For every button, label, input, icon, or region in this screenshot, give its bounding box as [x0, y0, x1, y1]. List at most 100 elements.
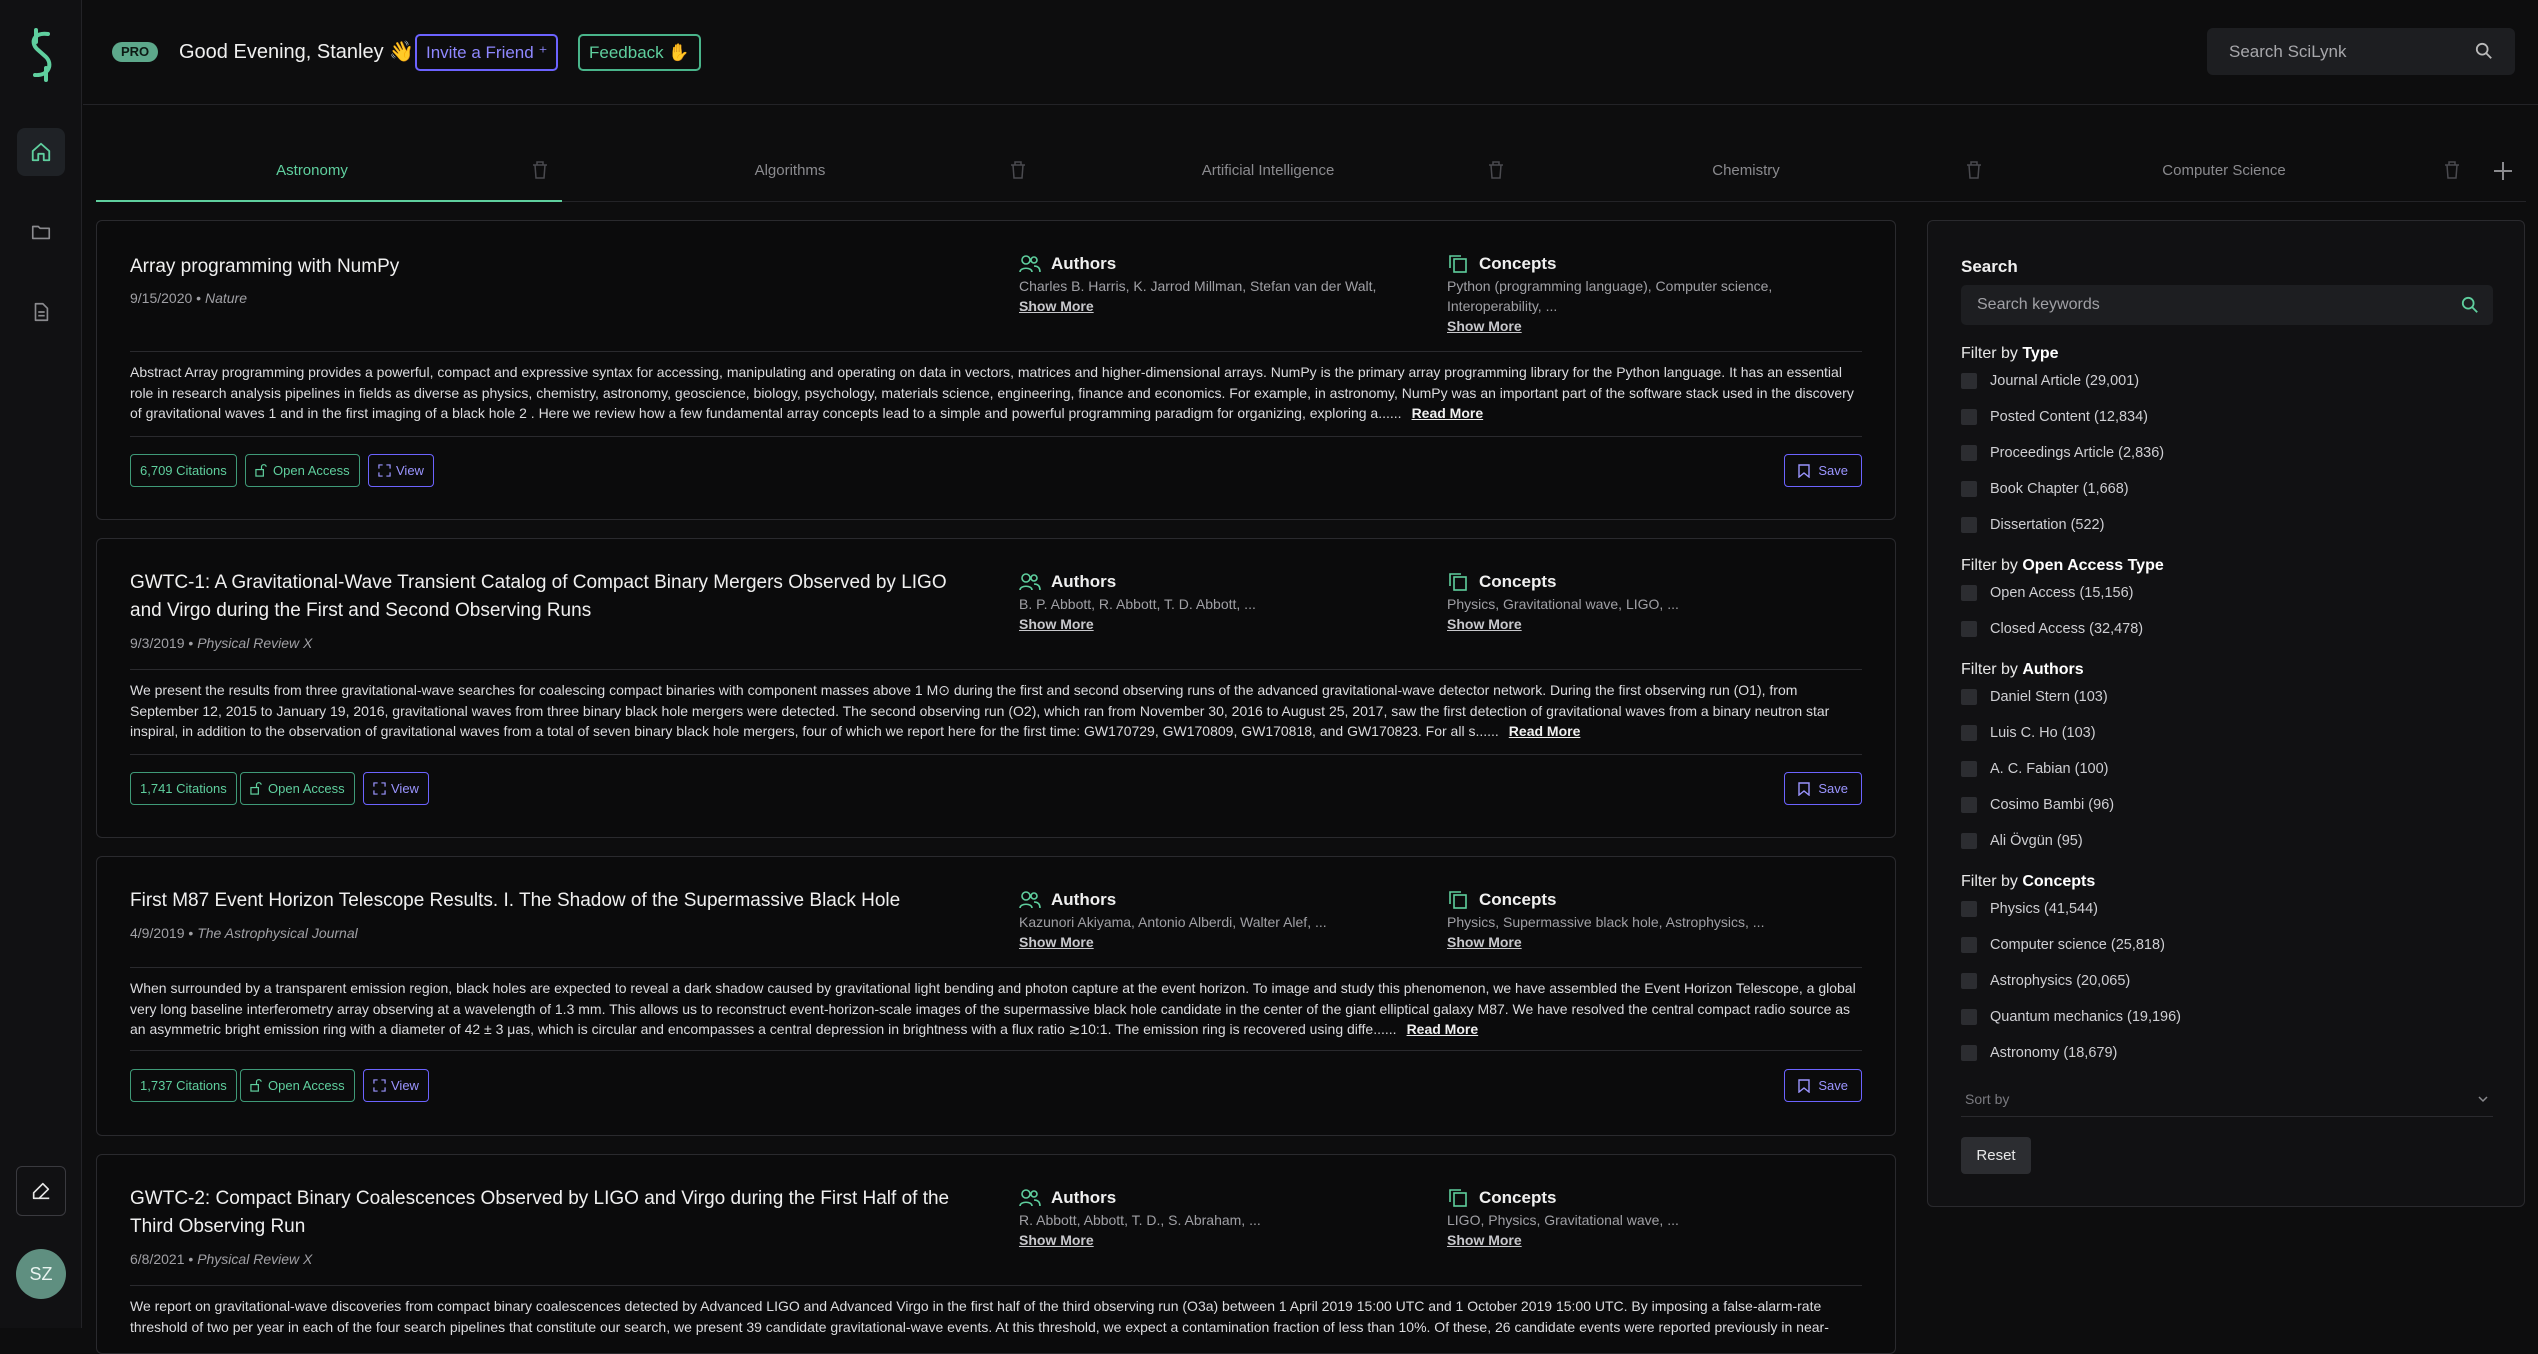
search-icon[interactable] — [2461, 296, 2479, 314]
filter-option[interactable]: A. C. Fabian (100) — [1961, 761, 2108, 777]
divider — [130, 1050, 1862, 1051]
search-icon[interactable] — [2475, 42, 2493, 60]
tab-chemistry[interactable]: Chemistry — [1530, 140, 1996, 202]
citations-badge[interactable]: 1,737 Citations — [130, 1069, 237, 1102]
checkbox[interactable] — [1961, 797, 1977, 813]
checkbox[interactable] — [1961, 901, 1977, 917]
nav-documents[interactable] — [17, 288, 65, 336]
filter-option[interactable]: Closed Access (32,478) — [1961, 621, 2143, 637]
authors-list: R. Abbott, Abbott, T. D., S. Abraham, ..… — [1019, 1212, 1261, 1228]
concepts-show-more[interactable]: Show More — [1447, 934, 1522, 950]
concepts-show-more[interactable]: Show More — [1447, 616, 1522, 632]
filter-option[interactable]: Daniel Stern (103) — [1961, 689, 2108, 705]
invite-friend-button[interactable]: Invite a Friend ⁺ — [415, 34, 559, 71]
tab-computer-science[interactable]: Computer Science — [2008, 140, 2474, 202]
open-access-badge[interactable]: Open Access — [240, 1069, 355, 1102]
paper-card: GWTC-2: Compact Binary Coalescences Obse… — [96, 1154, 1896, 1354]
checkbox[interactable] — [1961, 481, 1977, 497]
checkbox[interactable] — [1961, 761, 1977, 777]
bookmark-icon — [1798, 463, 1811, 478]
nav-home[interactable] — [17, 128, 65, 176]
checkbox[interactable] — [1961, 409, 1977, 425]
checkbox[interactable] — [1961, 445, 1977, 461]
paper-title[interactable]: GWTC-2: Compact Binary Coalescences Obse… — [130, 1185, 980, 1241]
tab-astronomy[interactable]: Astronomy — [96, 140, 562, 202]
tab-label: Astronomy — [276, 162, 348, 179]
sort-by-select[interactable]: Sort by — [1961, 1083, 2493, 1117]
authors-show-more[interactable]: Show More — [1019, 1232, 1094, 1248]
trash-icon[interactable] — [1965, 160, 1983, 180]
checkbox[interactable] — [1961, 833, 1977, 849]
concepts-heading: Concepts — [1447, 890, 1556, 910]
global-search[interactable] — [2207, 28, 2515, 75]
paper-date: 4/9/2019 — [130, 925, 185, 941]
checkbox[interactable] — [1961, 973, 1977, 989]
view-button[interactable]: View — [363, 1069, 429, 1102]
filter-option[interactable]: Open Access (15,156) — [1961, 585, 2133, 601]
tab-algorithms[interactable]: Algorithms — [574, 140, 1040, 202]
checkbox[interactable] — [1961, 517, 1977, 533]
save-button[interactable]: Save — [1784, 772, 1862, 805]
checkbox[interactable] — [1961, 725, 1977, 741]
view-button[interactable]: View — [368, 454, 434, 487]
filter-option[interactable]: Journal Article (29,001) — [1961, 373, 2139, 389]
filter-option[interactable]: Posted Content (12,834) — [1961, 409, 2148, 425]
trash-icon[interactable] — [2443, 160, 2461, 180]
global-search-input[interactable] — [2229, 28, 2469, 75]
nav-folders[interactable] — [17, 208, 65, 256]
feedback-button[interactable]: Feedback ✋ — [578, 34, 701, 71]
filter-option[interactable]: Astronomy (18,679) — [1961, 1045, 2117, 1061]
paper-title[interactable]: Array programming with NumPy — [130, 253, 980, 281]
authors-show-more[interactable]: Show More — [1019, 616, 1094, 632]
read-more-link[interactable]: Read More — [1509, 723, 1581, 739]
trash-icon[interactable] — [1009, 160, 1027, 180]
checkbox[interactable] — [1961, 373, 1977, 389]
filter-option[interactable]: Physics (41,544) — [1961, 901, 2098, 917]
checkbox[interactable] — [1961, 937, 1977, 953]
open-access-badge[interactable]: Open Access — [245, 454, 360, 487]
filter-option[interactable]: Cosimo Bambi (96) — [1961, 797, 2114, 813]
citations-badge[interactable]: 1,741 Citations — [130, 772, 237, 805]
checkbox[interactable] — [1961, 1009, 1977, 1025]
filter-option[interactable]: Ali Övgün (95) — [1961, 833, 2083, 849]
concepts-heading: Concepts — [1447, 254, 1556, 274]
concepts-show-more[interactable]: Show More — [1447, 1232, 1522, 1248]
paper-title[interactable]: GWTC-1: A Gravitational-Wave Transient C… — [130, 569, 980, 625]
compose-button[interactable] — [16, 1166, 66, 1216]
authors-show-more[interactable]: Show More — [1019, 934, 1094, 950]
filter-option[interactable]: Luis C. Ho (103) — [1961, 725, 2096, 741]
open-access-badge[interactable]: Open Access — [240, 772, 355, 805]
add-tab-icon[interactable] — [2490, 158, 2516, 184]
keyword-search[interactable] — [1961, 285, 2493, 325]
tab-artificial-intelligence[interactable]: Artificial Intelligence — [1052, 140, 1518, 202]
checkbox[interactable] — [1961, 621, 1977, 637]
save-button[interactable]: Save — [1784, 1069, 1862, 1102]
keyword-search-input[interactable] — [1977, 285, 2437, 325]
trash-icon[interactable] — [531, 160, 549, 180]
citations-badge[interactable]: 6,709 Citations — [130, 454, 237, 487]
read-more-link[interactable]: Read More — [1412, 405, 1484, 421]
avatar[interactable]: SZ — [16, 1249, 66, 1299]
checkbox[interactable] — [1961, 1045, 1977, 1061]
checkbox[interactable] — [1961, 689, 1977, 705]
reset-button[interactable]: Reset — [1961, 1137, 2031, 1174]
authors-show-more[interactable]: Show More — [1019, 298, 1094, 314]
filter-option[interactable]: Dissertation (522) — [1961, 517, 2104, 533]
save-button[interactable]: Save — [1784, 454, 1862, 487]
filter-option[interactable]: Book Chapter (1,668) — [1961, 481, 2129, 497]
filter-option[interactable]: Quantum mechanics (19,196) — [1961, 1009, 2181, 1025]
concepts-show-more[interactable]: Show More — [1447, 318, 1522, 334]
concepts-heading: Concepts — [1447, 572, 1556, 592]
paper-card: First M87 Event Horizon Telescope Result… — [96, 856, 1896, 1136]
checkbox[interactable] — [1961, 585, 1977, 601]
app-logo[interactable] — [22, 28, 60, 82]
filter-option[interactable]: Astrophysics (20,065) — [1961, 973, 2130, 989]
paper-title[interactable]: First M87 Event Horizon Telescope Result… — [130, 887, 980, 915]
filter-option[interactable]: Proceedings Article (2,836) — [1961, 445, 2164, 461]
filter-option[interactable]: Computer science (25,818) — [1961, 937, 2165, 953]
trash-icon[interactable] — [1487, 160, 1505, 180]
read-more-link[interactable]: Read More — [1407, 1021, 1479, 1037]
paper-journal: Physical Review X — [197, 635, 313, 651]
filter-name: Type — [2022, 345, 2059, 362]
view-button[interactable]: View — [363, 772, 429, 805]
